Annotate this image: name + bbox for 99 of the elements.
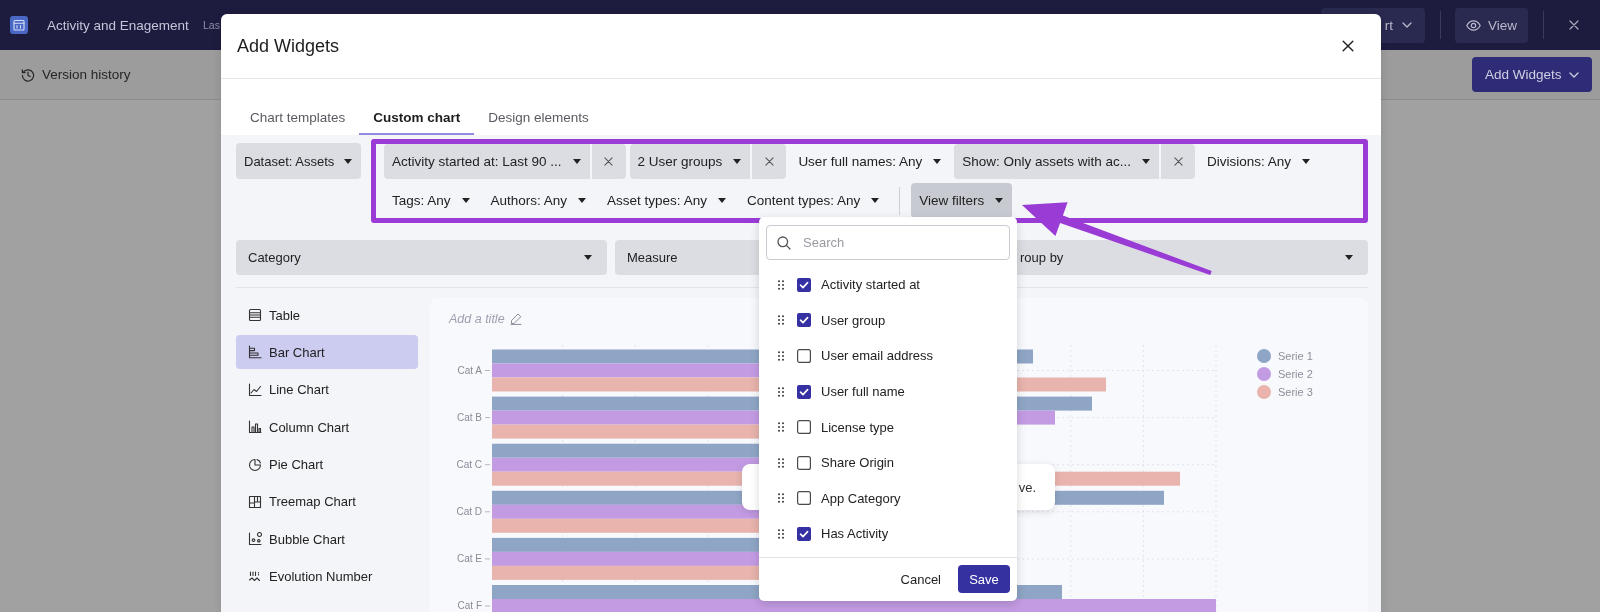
chart-type-item[interactable]: Column Chart [236,410,418,445]
bubble-chart-icon [248,532,262,547]
filter-chip[interactable]: User full names: Any [790,144,951,179]
trend-icon [248,569,262,584]
category-label: Cat B [457,411,482,423]
checkbox[interactable] [797,384,811,399]
save-button[interactable]: Save [958,565,1010,594]
line-chart-icon [248,382,262,397]
category-label: Cat A [457,364,482,376]
checkbox[interactable] [797,491,811,506]
modal-title: Add Widgets [237,35,340,57]
close-icon [764,157,774,166]
view-button[interactable]: View [1454,7,1528,43]
caret-icon [871,198,880,203]
drag-handle-icon[interactable] [778,457,784,468]
filter-chip[interactable]: Asset types: Any [599,183,735,218]
pie-chart-icon [248,457,262,472]
close-icon [1342,40,1354,52]
option-label: Share Origin [821,455,894,471]
caret-icon [578,198,587,203]
bar-chart-icon [248,345,262,360]
drag-handle-icon[interactable] [778,422,784,433]
drag-handle-icon[interactable] [778,315,784,326]
caret-icon [1142,159,1150,164]
drag-handle-icon[interactable] [778,493,784,504]
caret-icon [572,159,581,164]
chart-type-item[interactable]: Pie Chart [236,447,418,482]
view-filters-button[interactable]: View filters [911,183,1013,218]
filter-chip[interactable]: Activity started at: Last 90 ... [384,144,590,179]
caret-icon [1302,159,1311,164]
cancel-button[interactable]: Cancel [900,571,941,587]
filter-chip[interactable]: Show: Only assets with ac... [954,144,1159,179]
pencil-icon[interactable] [509,313,522,325]
tab[interactable]: Design elements [474,101,603,135]
option-label: Activity started at [821,277,920,293]
legend-label: Serie 2 [1278,368,1313,380]
filter-chip[interactable]: Content types: Any [738,183,889,218]
chart-type-item[interactable]: Treemap Chart [236,484,418,519]
close-icon [1569,20,1579,30]
category-label: Cat E [457,552,482,564]
close-icon [604,157,614,166]
chevron-icon [1401,22,1412,28]
eye-icon [1465,19,1481,31]
checkbox[interactable] [797,349,811,363]
search-icon [777,235,791,250]
drag-handle-icon[interactable] [778,386,784,397]
treemap-icon [248,494,262,509]
version-history-button[interactable]: Version history [21,67,131,82]
column-chart-icon [248,420,262,435]
caret-icon [461,198,470,203]
caret-icon [717,198,726,203]
category-label: Cat D [456,505,482,517]
filter-chip[interactable]: Tags: Any [384,183,479,218]
option-label: User email address [821,348,933,364]
select-field[interactable]: Category [236,240,607,275]
chart-type-item[interactable]: Table [236,298,418,332]
calendar-icon [10,16,28,34]
checkbox[interactable] [797,313,811,328]
caret-icon [584,255,592,260]
chart-type-item[interactable]: Bar Chart [236,335,418,370]
history-icon [21,67,35,82]
caret-icon [1345,255,1353,260]
option-label: Has Activity [821,526,889,542]
checkbox[interactable] [797,420,811,435]
option-label: User group [821,312,886,328]
add-widgets-button[interactable]: Add Widgets [1472,57,1592,92]
option-label: App Category [821,490,901,506]
category-label: Cat F [457,600,482,611]
checkbox[interactable] [797,277,811,292]
legend-label: Serie 1 [1278,350,1313,362]
chevron-icon [1569,71,1579,78]
dashboard-title: Activity and Enagement [47,17,190,33]
filter-chip[interactable]: 2 User groups [629,144,751,179]
option-label: License type [821,419,894,435]
caret-icon [995,198,1004,203]
filter-chip[interactable]: Divisions: Any [1199,144,1320,179]
tab[interactable]: Chart templates [236,101,360,135]
close-button[interactable] [1342,40,1354,52]
legend-label: Serie 3 [1278,386,1313,398]
table-icon [248,308,262,322]
drag-handle-icon[interactable] [778,351,784,361]
drag-handle-icon[interactable] [778,528,784,539]
search-field[interactable]: Search [766,225,1010,260]
subtitle-text: Las [203,19,220,31]
caret-icon [344,158,353,164]
checkbox[interactable] [797,526,811,541]
checkbox[interactable] [797,455,811,470]
chart-type-item[interactable]: Line Chart [236,372,418,407]
chart-type-item[interactable]: Evolution Number [236,559,418,594]
close-icon [1173,157,1183,166]
option-label: User full name [821,384,905,400]
chart-type-item[interactable]: Bubble Chart [236,522,418,557]
filter-chip[interactable]: Authors: Any [482,183,596,218]
caret-icon [733,159,742,164]
dataset-dropdown[interactable]: Dataset: Assets [236,143,362,179]
drag-handle-icon[interactable] [778,279,784,290]
category-label: Cat C [456,458,482,470]
toast-text: ve. [1018,479,1036,495]
caret-icon [933,159,942,164]
